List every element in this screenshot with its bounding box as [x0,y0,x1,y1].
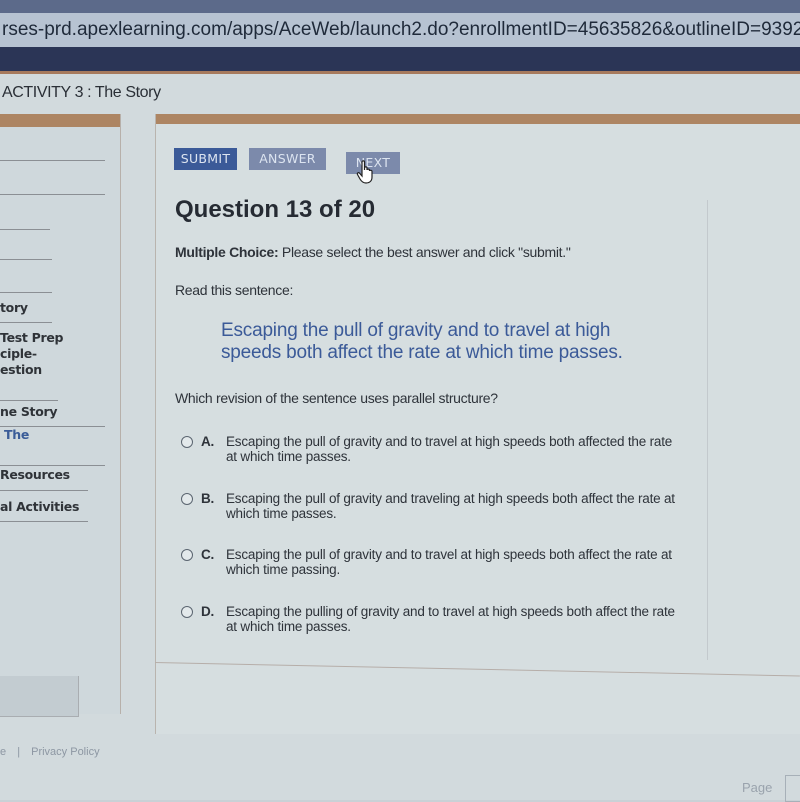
divider [0,521,88,522]
divider [0,292,52,293]
sidebar-item-story[interactable]: tory [0,300,28,316]
radio-button[interactable] [181,606,193,618]
question-panel: SUBMIT ANSWER NEXT Question 13 of 20 Mul… [155,114,800,734]
radio-button[interactable] [181,436,193,448]
divider [0,160,105,161]
choice-text: Escaping the pulling of gravity and to t… [226,604,675,634]
sidebar-item-the-story[interactable]: ne Story [0,404,58,420]
submit-button[interactable]: SUBMIT [174,148,237,170]
divider [0,229,50,230]
choice-text: Escaping the pull of gravity and traveli… [226,491,675,521]
instructions-text: Please select the best answer and click … [278,244,571,260]
answer-button[interactable]: ANSWER [249,148,326,170]
divider [0,490,88,491]
choice-text: Escaping the pull of gravity and to trav… [226,547,672,577]
quoted-sentence: Escaping the pull of gravity and to trav… [221,320,623,363]
sidebar-item-resources[interactable]: Resources [0,467,70,483]
divider [0,465,105,466]
divider [0,194,105,195]
panel-header-bar [156,114,800,124]
sidebar-gray-box [0,676,79,717]
radio-button[interactable] [181,549,193,561]
footer-fragment[interactable]: e [0,746,6,758]
read-sentence-label: Read this sentence: [175,282,294,298]
divider [0,322,52,323]
address-bar[interactable]: rses-prd.apexlearning.com/apps/AceWeb/la… [0,13,800,47]
choice-letter: D. [201,604,215,619]
divider [0,400,58,401]
app-nav-strip [0,47,800,71]
choice-letter: B. [201,491,215,506]
question-prompt: Which revision of the sentence uses para… [175,390,498,406]
question-type-label: Multiple Choice: [175,244,279,260]
choice-text: Escaping the pull of gravity and to trav… [226,434,673,464]
footer-links: e | Privacy Policy [0,746,100,758]
activity-title: ACTIVITY 3 : The Story [2,84,161,101]
radio-button[interactable] [181,493,193,505]
page-body: ACTIVITY 3 : The Story tory Test Prep ci… [0,74,800,800]
sidebar: tory Test Prep ciple- estion ne Story Th… [0,114,121,717]
page-label: Page [742,780,773,795]
question-title: Question 13 of 20 [175,196,376,223]
choice-letter: A. [201,434,215,449]
sidebar-item-active[interactable]: The [4,427,29,443]
page-number-input[interactable] [785,775,800,802]
instructions: Multiple Choice: Please select the best … [175,244,571,260]
privacy-policy-link[interactable]: Privacy Policy [31,746,99,758]
hand-cursor-icon [356,160,373,184]
browser-top-edge [0,0,800,13]
content-right-border [707,200,708,660]
url-text: rses-prd.apexlearning.com/apps/AceWeb/la… [2,19,800,40]
footer-separator: | [17,746,21,758]
choice-letter: C. [201,547,215,562]
divider [0,259,52,260]
sidebar-item-additional-activities[interactable]: al Activities [0,499,79,515]
sidebar-item-test-prep[interactable]: Test Prep ciple- estion [0,330,63,378]
sidebar-header-bar [0,114,120,127]
